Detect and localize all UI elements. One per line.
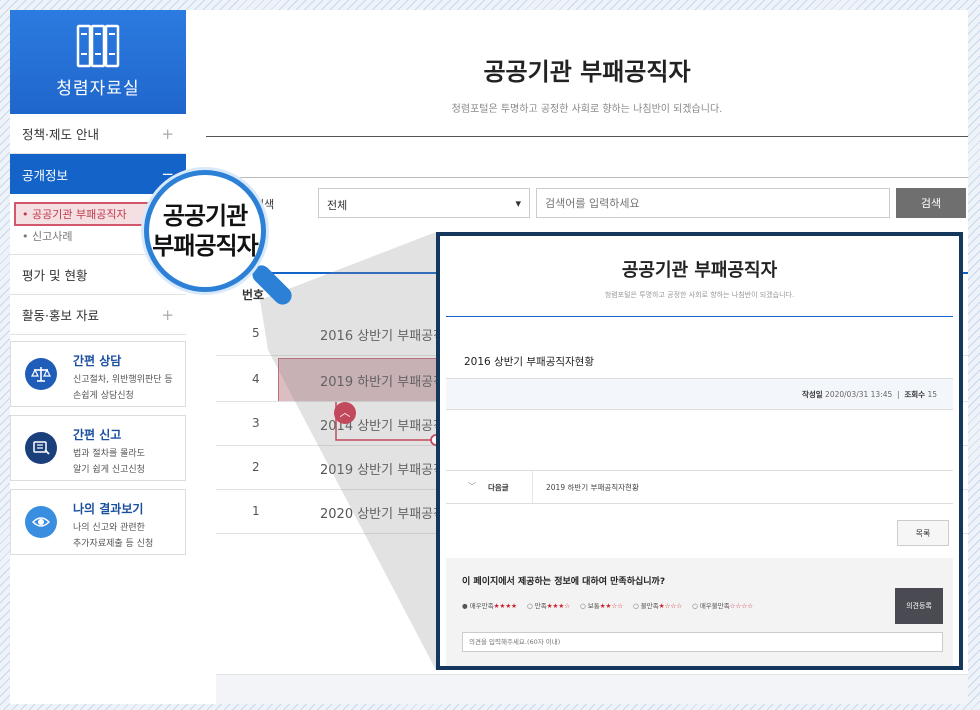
survey-option-very-satisfied[interactable]: ● 매우만족★★★★ bbox=[462, 600, 517, 610]
panel-title: 공공기관 부패공직자 bbox=[621, 260, 778, 281]
post-date: 2020/03/31 13:45 bbox=[825, 390, 893, 399]
sidebar-item-activities[interactable]: 활동·홍보 자료 + bbox=[10, 295, 186, 335]
survey-option-neutral[interactable]: ○ 보통★★☆☆ bbox=[580, 600, 623, 610]
divider bbox=[446, 409, 953, 410]
card-easy-report[interactable]: 간편 신고 법과 절차를 몰라도 알기 쉽게 신고신청 bbox=[10, 415, 186, 481]
divider bbox=[446, 316, 953, 317]
detail-panel: 공공기관 부패공직자 청렴포털은 투명하고 공정한 사회로 향하는 나침반이 되… bbox=[436, 232, 963, 670]
card-title: 간편 신고 bbox=[73, 428, 122, 442]
divider bbox=[206, 136, 968, 137]
card-my-results[interactable]: 나의 결과보기 나의 신고와 관련한 추가자료제출 등 신청 bbox=[10, 489, 186, 555]
sidebar: 청렴자료실 정책·제도 안내 + 공개정보 − • 공공기관 부패공직자 • 신… bbox=[10, 10, 186, 704]
row-number: 5 bbox=[252, 326, 260, 340]
card-desc: 법과 절차를 몰라도 알기 쉽게 신고신청 bbox=[73, 449, 145, 475]
caret-down-icon: ▾ bbox=[515, 197, 521, 210]
bookshelf-icon bbox=[76, 24, 120, 68]
search-button[interactable]: 검색 bbox=[896, 188, 966, 218]
survey-question: 이 페이지에서 제공하는 정보에 대하여 만족하십니까? bbox=[462, 577, 666, 587]
chevron-up-icon: ︿ bbox=[334, 402, 356, 424]
post-meta: 작성일 2020/03/31 13:45 | 조회수 15 bbox=[446, 379, 953, 409]
search-input[interactable] bbox=[536, 188, 890, 218]
row-number: 3 bbox=[252, 416, 260, 430]
column-header-number: 번호 bbox=[242, 288, 265, 302]
panel-subtitle: 청렴포털은 투명하고 공정한 사회로 향하는 나침반이 되겠습니다. bbox=[604, 291, 795, 299]
next-post-title[interactable]: 2019 하반기 부패공직자현황 bbox=[546, 482, 639, 493]
sidebar-item-policy[interactable]: 정책·제도 안내 + bbox=[10, 114, 186, 154]
sidebar-header: 청렴자료실 bbox=[10, 10, 186, 114]
card-desc: 신고절차, 위반행위판단 등 손쉽게 상담신청 bbox=[73, 375, 173, 401]
page: 청렴자료실 정책·제도 안내 + 공개정보 − • 공공기관 부패공직자 • 신… bbox=[10, 10, 968, 704]
divider bbox=[206, 177, 968, 178]
eye-icon bbox=[25, 506, 57, 538]
sidebar-item-label: 정책·제도 안내 bbox=[22, 127, 99, 142]
comment-input[interactable] bbox=[462, 632, 943, 652]
survey-option-very-dissatisfied[interactable]: ○ 매우불만족☆☆☆☆ bbox=[692, 600, 753, 610]
report-icon bbox=[25, 432, 57, 464]
satisfaction-survey: 이 페이지에서 제공하는 정보에 대하여 만족하십니까? ● 매우만족★★★★ … bbox=[446, 558, 953, 666]
survey-options: ● 매우만족★★★★ ○ 만족★★★☆ ○ 보통★★☆☆ ○ 불만족★☆☆☆ ○… bbox=[462, 600, 753, 610]
chevron-down-icon: ﹀ bbox=[468, 482, 476, 491]
survey-option-dissatisfied[interactable]: ○ 불만족★☆☆☆ bbox=[633, 600, 682, 610]
card-easy-consult[interactable]: 간편 상담 신고절차, 위반행위판단 등 손쉽게 상담신청 bbox=[10, 341, 186, 407]
row-number: 1 bbox=[252, 504, 260, 518]
row-number: 4 bbox=[252, 372, 260, 386]
sidebar-item-label: 공개정보 bbox=[22, 167, 69, 183]
next-post-link[interactable]: ﹀ 다음글 2019 하반기 부패공직자현황 bbox=[446, 470, 953, 504]
scale-icon bbox=[25, 358, 57, 390]
views-label: 조회수 bbox=[904, 390, 926, 399]
next-post-label: 다음글 bbox=[488, 483, 509, 492]
plus-icon: + bbox=[161, 305, 174, 324]
submit-opinion-button[interactable]: 의견등록 bbox=[895, 588, 943, 624]
card-title: 나의 결과보기 bbox=[73, 502, 144, 516]
survey-option-satisfied[interactable]: ○ 만족★★★☆ bbox=[527, 600, 570, 610]
post-title: 2016 상반기 부패공직자현황 bbox=[464, 356, 594, 368]
page-subtitle: 청렴포털은 투명하고 공정한 사회로 향하는 나침반이 되겠습니다. bbox=[451, 104, 723, 115]
post-views: 15 bbox=[927, 390, 937, 399]
sidebar-title: 청렴자료실 bbox=[56, 79, 140, 99]
date-label: 작성일 bbox=[801, 390, 823, 399]
search-category-select[interactable]: 전체 ▾ bbox=[318, 188, 530, 218]
divider bbox=[532, 471, 533, 503]
plus-icon: + bbox=[161, 124, 174, 143]
card-title: 간편 상담 bbox=[73, 354, 122, 368]
list-button[interactable]: 목록 bbox=[897, 520, 949, 546]
row-number: 2 bbox=[252, 460, 260, 474]
card-desc: 나의 신고와 관련한 추가자료제출 등 신청 bbox=[73, 523, 154, 549]
footer-area bbox=[216, 674, 968, 704]
sidebar-item-label: 활동·홍보 자료 bbox=[22, 308, 99, 323]
page-title: 공공기관 부패공직자 bbox=[483, 58, 691, 86]
magnifier-icon: 공공기관 부패공직자 bbox=[144, 170, 266, 292]
sidebar-item-public-info[interactable]: 공개정보 − bbox=[10, 154, 186, 194]
sidebar-item-label: 평가 및 현황 bbox=[22, 268, 88, 283]
